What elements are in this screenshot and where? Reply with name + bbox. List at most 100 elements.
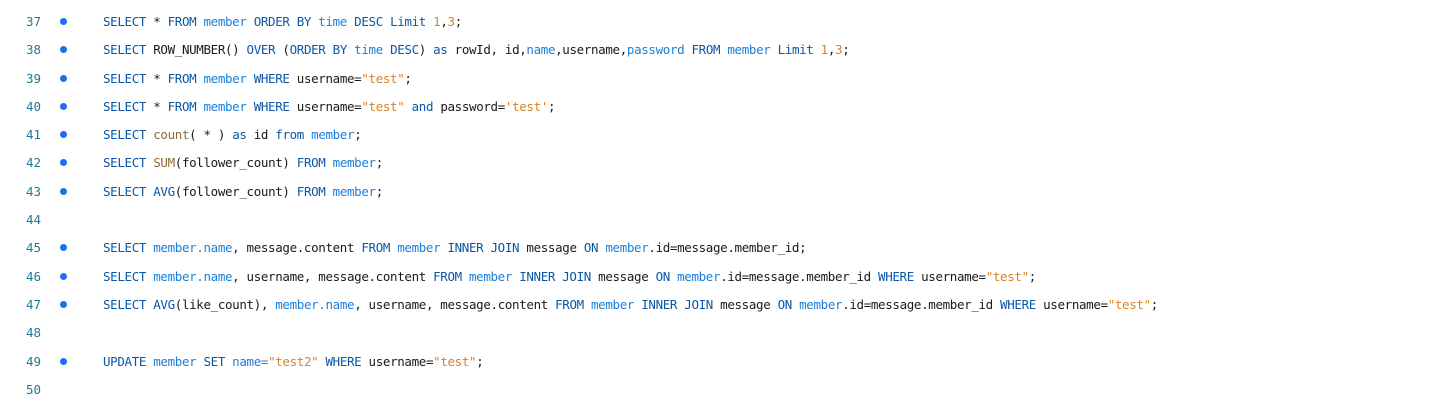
code-line[interactable]: 41 SELECT count( * ) as id from member; [0, 121, 1456, 149]
code-token: WHERE [1000, 296, 1036, 312]
code-text[interactable]: SELECT member.name, username, message.co… [103, 263, 1036, 291]
code-token: WHERE [253, 70, 290, 86]
code-token: FROM [296, 183, 326, 199]
code-text[interactable]: SELECT * FROM member ORDER BY time DESC … [103, 8, 462, 36]
code-token: WHERE [253, 98, 290, 114]
code-token: FROM [167, 98, 197, 114]
breakpoint-dot-icon[interactable] [60, 272, 67, 280]
code-line[interactable]: 42 SELECT SUM(follower_count) FROM member… [0, 149, 1456, 177]
code-line[interactable]: 48 [0, 319, 1456, 347]
code-token: , username, message.content [354, 296, 556, 312]
code-text[interactable]: SELECT AVG(like_count), member.name, use… [103, 291, 1158, 319]
code-text[interactable]: UPDATE member SET name="test2" WHERE use… [103, 348, 484, 376]
code-text[interactable]: SELECT AVG(follower_count) FROM member; [103, 178, 383, 206]
code-token: WHERE [878, 268, 914, 284]
code-token: ON [777, 296, 793, 312]
code-token: username= [289, 70, 362, 86]
code-token: "test" [361, 70, 405, 86]
code-token: and [411, 98, 434, 114]
code-token: message [590, 268, 656, 284]
code-line[interactable]: 43 SELECT AVG(follower_count) FROM member… [0, 178, 1456, 206]
code-token: FROM [361, 240, 391, 256]
code-token: OVER [246, 42, 276, 58]
line-number: 37 [26, 14, 42, 29]
line-number: 39 [26, 70, 42, 86]
breakpoint-dot-icon[interactable] [60, 46, 67, 54]
breakpoint-dot-icon[interactable] [60, 300, 67, 308]
code-token: , message.content [232, 240, 362, 256]
code-token: name [203, 268, 233, 284]
code-token: SELECT [103, 14, 147, 29]
code-line[interactable]: 49 UPDATE member SET name="test2" WHERE u… [0, 348, 1456, 376]
code-token: username= [1035, 296, 1108, 312]
breakpoint-dot-icon[interactable] [60, 159, 67, 167]
code-token: from [275, 127, 304, 143]
code-token: name [203, 240, 233, 256]
code-token: rowId, id, [447, 42, 527, 58]
code-token: member [461, 268, 520, 284]
code-token: FROM [167, 14, 197, 29]
code-token: name [325, 296, 355, 312]
code-text[interactable]: SELECT ROW_NUMBER() OVER (ORDER BY time … [103, 36, 850, 64]
line-number: 45 [26, 240, 42, 256]
code-token: count [153, 127, 190, 143]
code-token: FROM [296, 155, 326, 171]
code-token: ; [1150, 296, 1159, 312]
code-token: DESC [354, 14, 383, 29]
code-token: ; [842, 42, 850, 58]
code-token: password= [433, 98, 505, 114]
code-token: member [325, 155, 376, 171]
code-text[interactable]: SELECT count( * ) as id from member; [103, 121, 362, 149]
code-token: INNER JOIN [519, 268, 591, 284]
code-token: FROM [167, 70, 197, 86]
code-token: ORDER BY [289, 42, 348, 58]
code-token: ; [476, 353, 484, 369]
breakpoint-dot-icon[interactable] [60, 18, 67, 25]
breakpoint-dot-icon[interactable] [60, 187, 67, 195]
code-token: "test" [361, 98, 405, 114]
code-token: ; [1028, 268, 1037, 284]
code-token: member. [146, 268, 204, 284]
code-token: , username, message.content [232, 268, 434, 284]
code-token: message [519, 240, 584, 256]
code-token: member [720, 42, 778, 58]
code-line[interactable]: 47 SELECT AVG(like_count), member.name, u… [0, 291, 1456, 319]
breakpoint-dot-icon[interactable] [60, 102, 67, 110]
code-token: member [196, 14, 254, 29]
code-token: name [526, 42, 556, 58]
code-editor[interactable]: 37 SELECT * FROM member ORDER BY time DES… [0, 8, 1456, 404]
code-token: ; [547, 98, 556, 114]
code-line[interactable]: 40 SELECT * FROM member WHERE username="t… [0, 93, 1456, 121]
breakpoint-dot-icon[interactable] [60, 244, 67, 252]
code-line[interactable]: 45 SELECT member.name, message.content FR… [0, 234, 1456, 262]
code-line[interactable]: 39 SELECT * FROM member WHERE username="t… [0, 65, 1456, 93]
code-token: "test" [433, 353, 477, 369]
code-text[interactable]: SELECT * FROM member WHERE username="tes… [103, 93, 556, 121]
code-token: "test2" [268, 353, 319, 369]
code-text[interactable]: SELECT SUM(follower_count) FROM member; [103, 149, 383, 177]
code-line[interactable]: 37 SELECT * FROM member ORDER BY time DES… [0, 8, 1456, 36]
code-token: SUM [153, 155, 175, 171]
code-token: (follower_count) [174, 155, 297, 171]
code-text[interactable]: SELECT member.name, message.content FROM… [103, 234, 807, 262]
code-line[interactable]: 50 [0, 376, 1456, 404]
breakpoint-dot-icon[interactable] [60, 357, 67, 365]
code-line[interactable]: 46 SELECT member.name, username, message.… [0, 263, 1456, 291]
code-token: INNER JOIN [447, 240, 520, 256]
line-number: 44 [26, 212, 42, 228]
code-token: SELECT [103, 70, 147, 86]
code-token: ON [583, 240, 599, 256]
code-token: message [712, 296, 778, 312]
breakpoint-dot-icon[interactable] [60, 74, 67, 82]
breakpoint-dot-icon[interactable] [60, 131, 67, 139]
code-token: SELECT [103, 183, 147, 199]
code-token: FROM [555, 296, 584, 312]
code-line[interactable]: 44 [0, 206, 1456, 234]
line-number: 49 [26, 353, 42, 369]
code-text[interactable]: SELECT * FROM member WHERE username="tes… [103, 65, 412, 93]
code-token: SELECT [103, 127, 147, 143]
code-line[interactable]: 38 SELECT ROW_NUMBER() OVER (ORDER BY tim… [0, 36, 1456, 64]
code-token: ; [375, 155, 384, 171]
code-token: "test" [1107, 296, 1151, 312]
